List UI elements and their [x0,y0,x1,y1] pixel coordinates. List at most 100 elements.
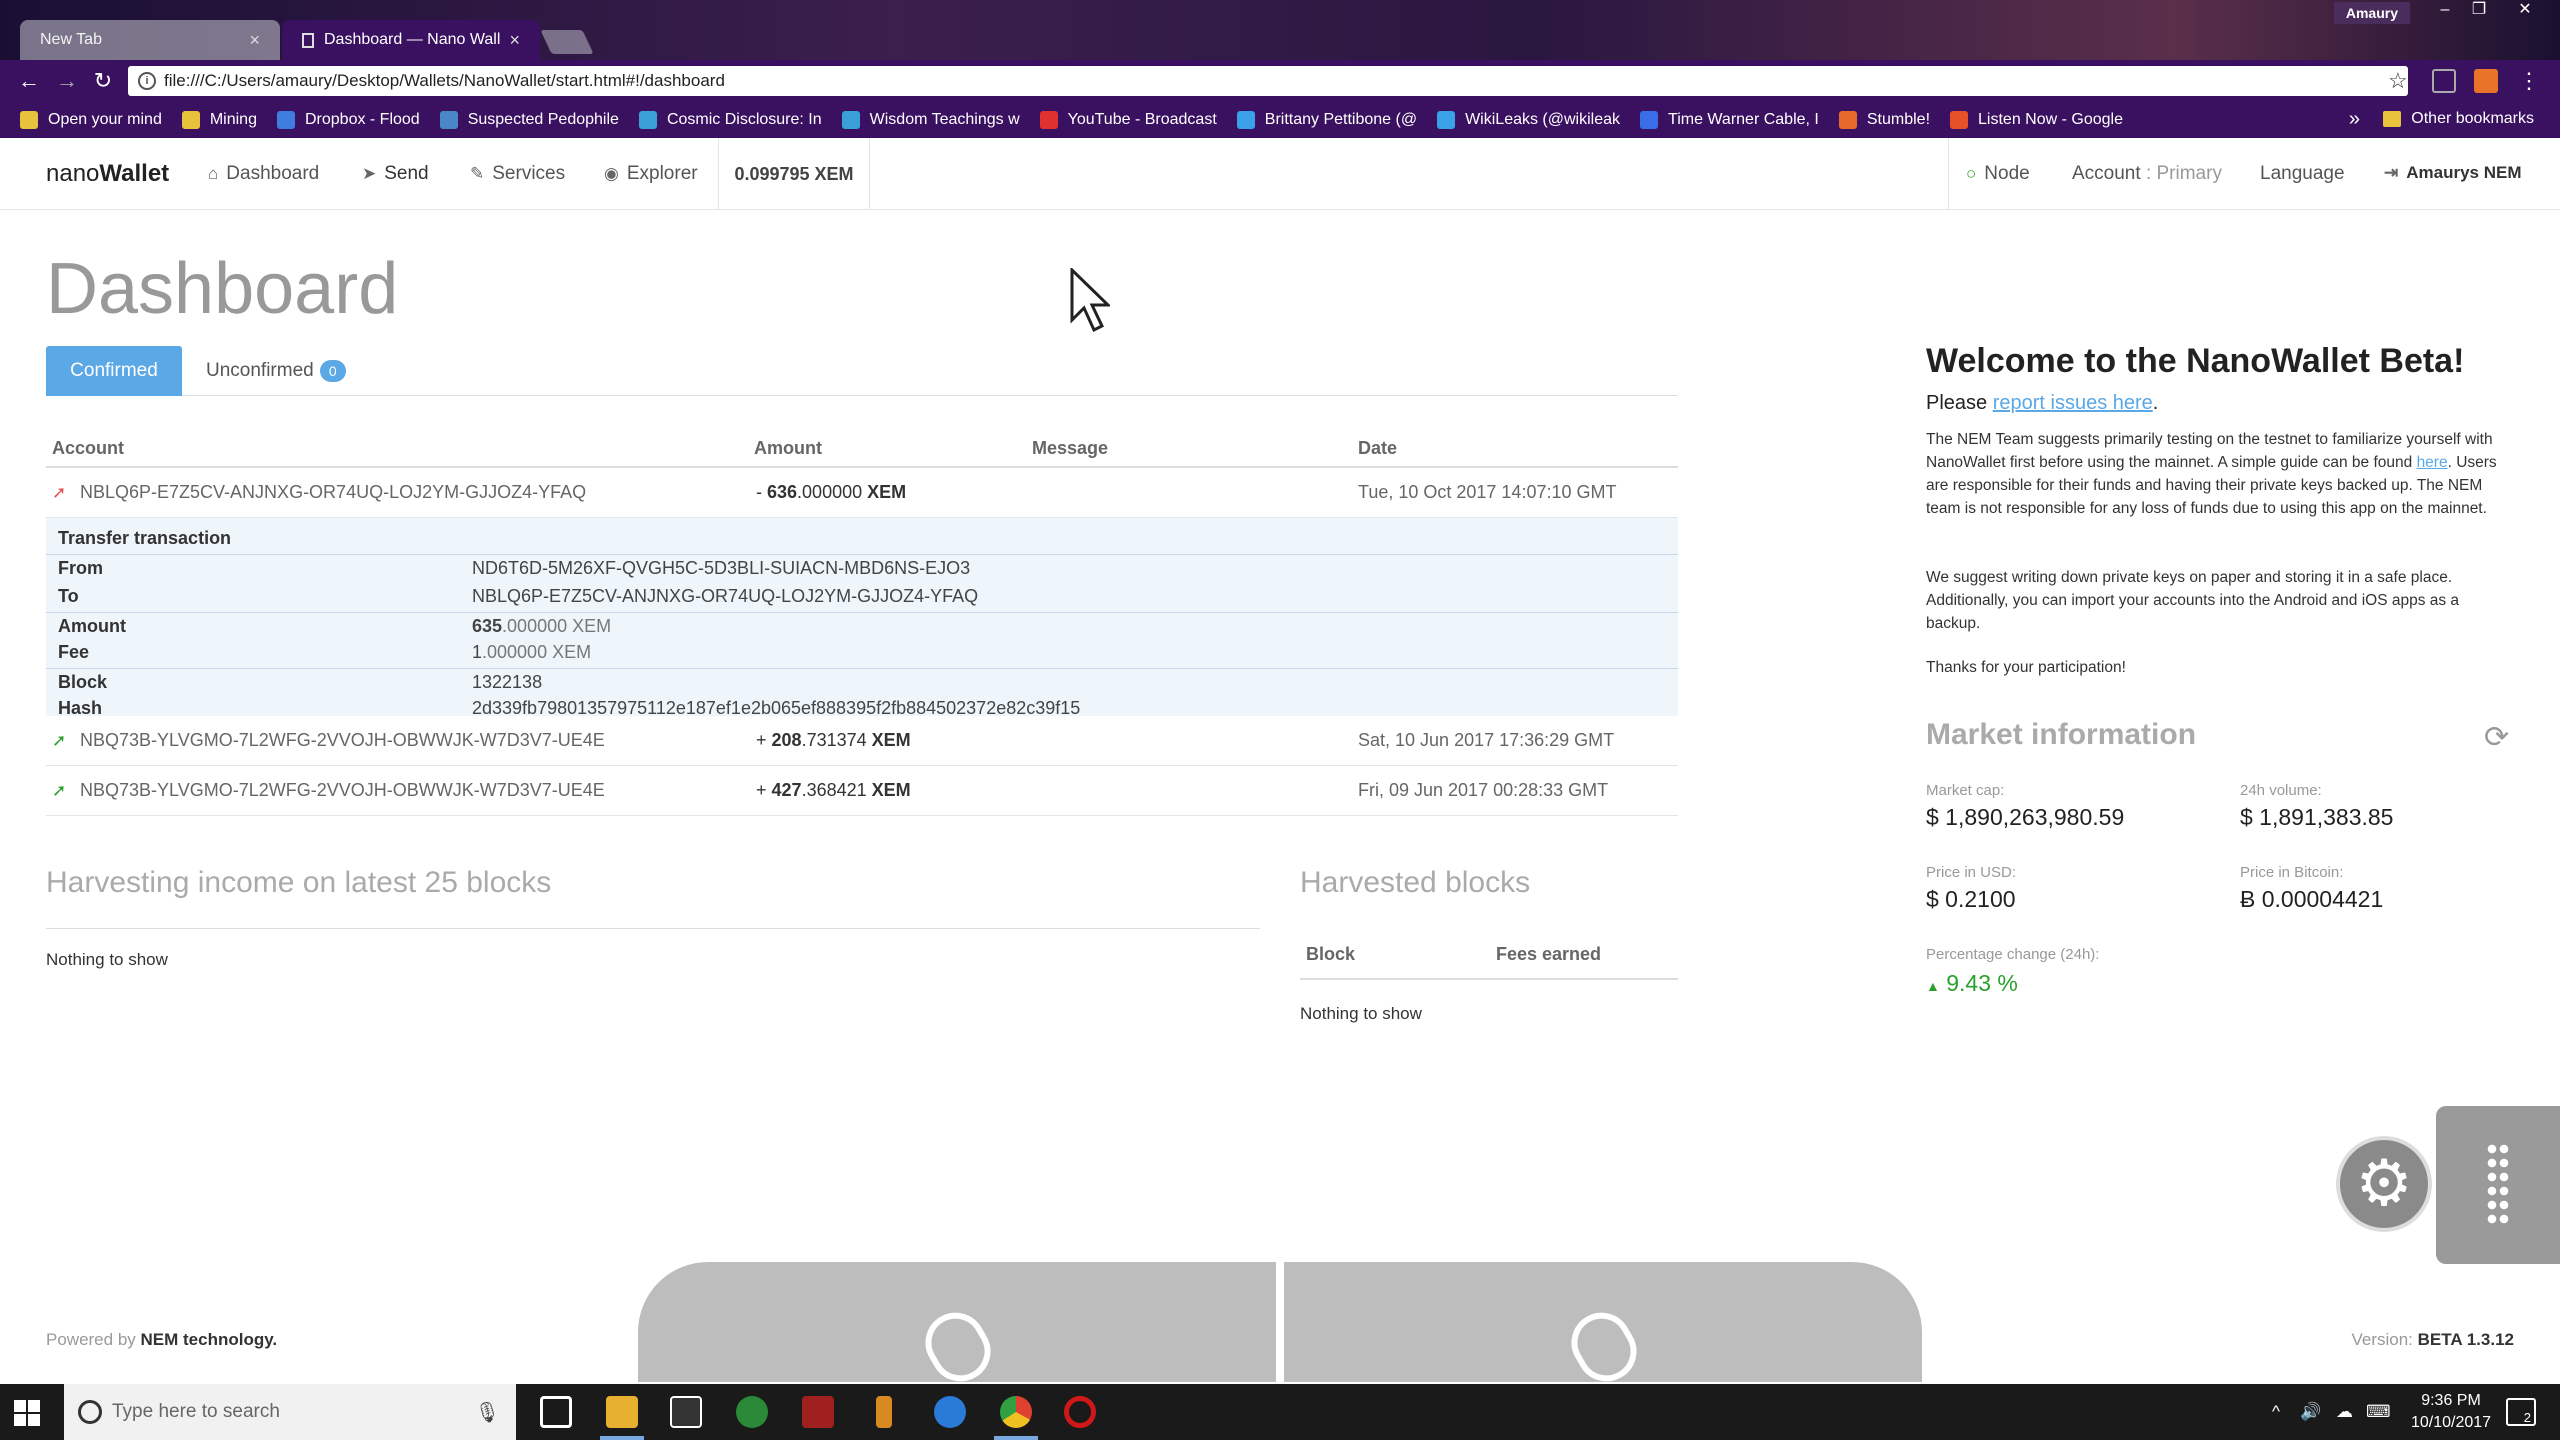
table-row[interactable]: ➚ NBQ73B-YLVGMO-7L2WFG-2VVOJH-OBWWJK-W7D3… [46,766,1678,816]
minimize-icon[interactable]: – [2430,0,2460,22]
microphone-icon[interactable]: 🎙 [475,1400,500,1425]
bookmark-item[interactable]: Wisdom Teachings w [841,111,1020,129]
opera-icon[interactable] [1064,1396,1096,1428]
other-bookmarks[interactable]: Other bookmarks [2383,110,2534,128]
tx-date: Sat, 10 Jun 2017 17:36:29 GMT [1358,730,1615,750]
extension-icon[interactable] [2474,69,2498,93]
account-label: Account [2072,163,2141,184]
store-icon[interactable] [670,1396,702,1428]
bookmark-favicon-icon [1838,111,1857,129]
guide-link[interactable]: here [2417,454,2448,471]
bookmark-favicon-icon [276,111,295,129]
bookmark-item[interactable]: YouTube - Broadcast [1039,111,1217,129]
nav-dashboard[interactable]: ⌂ Dashboard [208,163,319,185]
bookmark-label: Suspected Pedophile [467,111,619,128]
bookmark-star-icon[interactable]: ☆ [2388,66,2412,96]
reload-icon[interactable]: ↻ [90,68,116,94]
tx-account: ➚ NBQ73B-YLVGMO-7L2WFG-2VVOJH-OBWWJK-W7D3… [52,730,605,751]
profile-name[interactable]: Amaury [2333,2,2410,24]
nav-account[interactable]: Account : Primary [2072,163,2222,185]
back-icon[interactable]: ← [16,68,42,94]
nav-logout[interactable]: ⇥ Amaurys NEM [2384,163,2522,183]
bookmark-item[interactable]: Cosmic Disclosure: In [638,111,822,129]
notifications-icon[interactable]: 2 [2506,1398,2536,1426]
tx-account: ➚ NBQ73B-YLVGMO-7L2WFG-2VVOJH-OBWWJK-W7D3… [52,780,605,801]
volume-icon[interactable]: 🔊 [2300,1402,2321,1422]
tab-unconfirmed[interactable]: Unconfirmed 0 [206,360,346,382]
bookmarks-overflow-icon[interactable]: » [2349,108,2360,131]
volume-value: $ 1,891,383.85 [2240,804,2394,830]
app-icon[interactable] [876,1396,892,1428]
chrome-icon[interactable] [1000,1396,1032,1428]
welcome-paragraph-3: Thanks for your participation! [1926,659,2126,676]
tray-overflow-icon[interactable]: ^ [2272,1402,2280,1422]
nav-label: Amaurys NEM [2406,163,2522,182]
address-bar[interactable]: i file:///C:/Users/amaury/Desktop/Wallet… [128,66,2408,96]
divider [1300,978,1678,980]
bookmark-item[interactable]: Mining [181,111,257,129]
close-icon[interactable]: × [249,30,260,51]
globe-icon: ◉ [604,164,619,183]
tab-dashboard[interactable]: Dashboard — Nano Wall × [282,20,540,60]
bookmark-favicon-icon [1437,111,1456,129]
app-globe-icon[interactable] [736,1396,768,1428]
voicemeeter-icon[interactable] [802,1396,834,1428]
keypad-panel[interactable] [2436,1106,2560,1264]
windows-start-icon[interactable] [14,1400,40,1426]
bookmark-label: WikiLeaks (@wikileak [1465,111,1621,128]
tab-confirmed[interactable]: Confirmed [46,346,182,396]
task-view-icon[interactable] [540,1396,572,1428]
bookmark-item[interactable]: Dropbox - Flood [276,111,420,129]
mouse-icon [914,1301,1002,1393]
bookmark-item[interactable]: WikiLeaks (@wikileak [1437,111,1620,129]
welcome-paragraph-1: The NEM Team suggests primarily testing … [1926,428,2516,520]
new-tab-button[interactable] [540,30,594,54]
keyboard-icon[interactable]: ⌨ [2366,1402,2391,1422]
close-icon[interactable]: × [509,30,520,51]
welcome-title: Welcome to the NanoWallet Beta! [1926,342,2465,380]
system-clock[interactable]: 9:36 PM 10/10/2017 [2396,1390,2506,1434]
cast-icon[interactable] [2432,69,2456,93]
network-icon[interactable]: ☁ [2336,1402,2353,1422]
page-title: Dashboard [46,249,399,329]
column-amount: Amount [754,438,822,458]
nav-label: Node [1984,163,2030,184]
right-click-pad[interactable] [1284,1262,1922,1393]
bookmark-label: Wisdom Teachings w [869,111,1020,128]
maximize-icon[interactable]: ❐ [2464,0,2494,22]
clock-date: 10/10/2017 [2410,1414,2492,1431]
menu-icon[interactable]: ⋮ [2516,68,2542,94]
tx-amount: + 208.731374 XEM [756,730,911,751]
nav-send[interactable]: ➤ Send [362,163,429,185]
table-row[interactable]: ➚ NBLQ6P-E7Z5CV-ANJNXG-OR74UQ-LOJ2YM-GJJO… [46,468,1678,518]
column-fees-earned: Fees earned [1496,944,1602,964]
bookmark-item[interactable]: Brittany Pettibone (@ [1236,111,1417,129]
gear-icon[interactable]: ⚙ [2336,1136,2432,1232]
tx-account-text: NBQ73B-YLVGMO-7L2WFG-2VVOJH-OBWWJK-W7D3V… [80,730,605,750]
cortana-icon [78,1400,102,1424]
close-window-icon[interactable]: ✕ [2510,0,2540,22]
bookmark-item[interactable]: Stumble! [1838,111,1930,129]
bookmark-label: Open your mind [48,111,162,128]
bookmark-item[interactable]: Listen Now - Google [1950,111,2123,129]
nav-services[interactable]: ✎ Services [470,163,565,185]
file-explorer-icon[interactable] [606,1396,638,1428]
taskbar-search-input[interactable]: Type here to search 🎙 [64,1384,516,1440]
forward-icon[interactable]: → [54,68,80,94]
refresh-icon[interactable]: ⟳ [2484,720,2509,755]
nav-explorer[interactable]: ◉ Explorer [604,163,698,185]
bookmark-item[interactable]: Suspected Pedophile [439,111,619,129]
edge-icon[interactable] [934,1396,966,1428]
info-icon[interactable]: i [138,72,156,90]
bookmark-item[interactable]: Time Warner Cable, I [1640,111,1819,129]
left-click-pad[interactable] [638,1262,1276,1393]
table-row[interactable]: ➚ NBQ73B-YLVGMO-7L2WFG-2VVOJH-OBWWJK-W7D3… [46,716,1678,766]
unconfirmed-count-badge: 0 [319,360,346,382]
brand-logo[interactable]: nanoWallet [46,160,169,188]
nav-node[interactable]: ○ Node [1966,163,2030,185]
bookmark-label: Mining [209,111,257,128]
bookmark-item[interactable]: Open your mind [20,111,162,129]
report-issues-link[interactable]: report issues here [1993,392,2153,414]
tab-new-tab[interactable]: New Tab × [20,20,280,60]
nav-language[interactable]: Language [2260,163,2345,185]
